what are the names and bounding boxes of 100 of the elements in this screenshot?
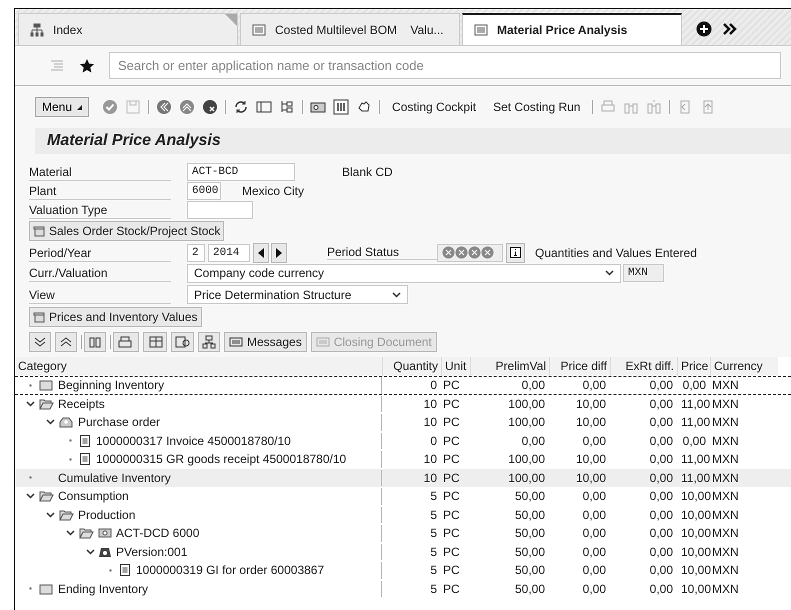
- refresh-icon[interactable]: [233, 99, 250, 115]
- tab[interactable]: Costed Multilevel BOM Valu...: [240, 13, 460, 45]
- hierarchy-button[interactable]: [198, 332, 220, 352]
- tree-node-label[interactable]: Production: [78, 508, 136, 522]
- panel-icon[interactable]: [256, 99, 272, 115]
- table-cell-text: MXN: [711, 377, 740, 394]
- table-cell-text: 10,00: [680, 525, 710, 542]
- column-header[interactable]: Quantity: [382, 357, 441, 376]
- tree-node-label[interactable]: 1000000317 Invoice 4500018780/10: [96, 434, 291, 448]
- tree-node-label[interactable]: Ending Inventory: [58, 582, 148, 596]
- search-field[interactable]: Search or enter application name or transaction code: [109, 52, 781, 79]
- next-button[interactable]: [271, 242, 287, 262]
- table-row[interactable]: Beginning Inventory 0 PC 0,00 0,00 0,00 0,00 MXN: [15, 376, 791, 394]
- table-cell-text: 50,00: [514, 488, 546, 504]
- field-label: Plant: [29, 182, 171, 200]
- bullet-icon: [29, 476, 32, 480]
- table-row[interactable]: 1000000315 GR goods receipt 4500018780/10 10 PC 100,00 10,00 0,00 11,00 MXN: [15, 450, 791, 468]
- tree-icon[interactable]: [279, 99, 296, 115]
- tree-node-label[interactable]: ACT-DCD 6000: [116, 526, 200, 540]
- print-button[interactable]: [113, 332, 139, 352]
- toolbar-link[interactable]: Costing Cockpit: [387, 100, 482, 114]
- table-cell-text: 0,00: [582, 488, 607, 504]
- table-cell-text: 10,00: [574, 396, 607, 412]
- table-cell-text: 5: [429, 544, 438, 560]
- table-cell-text: 0,00: [648, 470, 674, 486]
- tab[interactable]: Material Price Analysis: [462, 13, 682, 45]
- tree-node-label[interactable]: Receipts: [58, 396, 105, 411]
- table-cell-text: 5: [429, 506, 438, 523]
- table-cell-text: 11,00: [680, 470, 710, 486]
- cancel-icon[interactable]: [202, 99, 218, 115]
- table-row[interactable]: 1000000317 Invoice 4500018780/10 0 PC 0,00 0,00 0,00 0,00 MXN: [15, 432, 791, 450]
- layout-button[interactable]: [143, 332, 167, 352]
- chevron-down-icon[interactable]: [26, 400, 35, 407]
- section-button[interactable]: Prices and Inventory Values: [29, 307, 202, 327]
- column-header[interactable]: Currency: [710, 357, 778, 376]
- table-cell-text: 50,00: [514, 544, 546, 560]
- table-cell-text: 50,00: [514, 562, 546, 578]
- column-header[interactable]: Category: [15, 357, 382, 376]
- table-cell-text: 0,00: [648, 506, 674, 523]
- tree-node-label[interactable]: Beginning Inventory: [58, 378, 164, 392]
- tree-node-label[interactable]: 1000000315 GR goods receipt 4500018780/10: [96, 452, 346, 466]
- tree-node-label[interactable]: Purchase order: [78, 415, 160, 430]
- table-row[interactable]: 1000000319 GI for order 60003867 5 PC 50,00 0,00 0,00 10,00 MXN: [15, 561, 791, 580]
- tree-node-label[interactable]: 1000000319 GI for order 60003867: [136, 563, 324, 578]
- table-row[interactable]: Ending Inventory 5 PC 50,00 0,00 0,00 10,00 MXN: [15, 580, 791, 598]
- info-button[interactable]: [506, 242, 525, 262]
- grid-icon[interactable]: [333, 99, 350, 115]
- toolbar-button[interactable]: Messages: [224, 332, 307, 352]
- menu-button[interactable]: Menu: [35, 97, 90, 117]
- collapse-all-button[interactable]: [55, 332, 77, 352]
- column-header[interactable]: PrelimVal: [470, 357, 549, 376]
- chevrons-right-icon[interactable]: [722, 21, 738, 37]
- tab[interactable]: Index: [18, 13, 238, 45]
- input-field[interactable]: [187, 200, 253, 218]
- column-header[interactable]: ExRt diff.: [610, 357, 677, 376]
- chevron-down-icon[interactable]: [86, 548, 95, 555]
- table-cell-text: 10: [422, 451, 438, 468]
- column-header[interactable]: Price diff: [549, 357, 610, 376]
- chevron-down-icon[interactable]: [46, 512, 55, 518]
- field-label: Period/Year: [29, 244, 171, 262]
- section-button[interactable]: Sales Order Stock/Project Stock: [29, 221, 224, 241]
- tree-node-label[interactable]: Cumulative Inventory: [58, 470, 171, 485]
- input-field[interactable]: 2: [187, 244, 205, 262]
- toolbar-link[interactable]: Set Costing Run: [488, 100, 586, 114]
- chevron-down-icon[interactable]: [46, 419, 55, 426]
- input-field[interactable]: 2014: [208, 244, 250, 262]
- open-folder-icon: [38, 396, 54, 411]
- star-icon[interactable]: [79, 58, 95, 74]
- input-field[interactable]: 6000: [187, 182, 221, 200]
- table-row[interactable]: PVersion:001 5 PC 50,00 0,00 0,00 10,00 MXN: [15, 542, 791, 561]
- table-row[interactable]: Purchase order 10 PC 100,00 10,00 0,00 11,00 MXN: [15, 413, 791, 432]
- chevron-down-icon[interactable]: [66, 530, 75, 536]
- column-header[interactable]: Price: [677, 357, 710, 376]
- tree-node-label[interactable]: PVersion:001: [116, 544, 188, 559]
- chevron-down-icon[interactable]: [26, 493, 35, 500]
- table-row[interactable]: Cumulative Inventory 10 PC 100,00 10,00 0,00 11,00 MXN: [15, 468, 791, 487]
- table-cell-text: 0,00: [648, 396, 674, 412]
- filter-button[interactable]: [171, 332, 194, 352]
- tree-node-label[interactable]: Consumption: [58, 489, 129, 504]
- dropdown[interactable]: Company code currency: [187, 264, 621, 282]
- table-row[interactable]: Production 5 PC 50,00 0,00 0,00 10,00 MXN: [15, 506, 791, 524]
- table-cell-text: 50,00: [514, 506, 546, 523]
- table-cell-text: PC: [442, 488, 461, 504]
- bullet-icon: [69, 439, 72, 442]
- table-row[interactable]: ACT-DCD 6000 5 PC 50,00 0,00 0,00 10,00 MXN: [15, 524, 791, 542]
- table-row[interactable]: Receipts 10 PC 100,00 10,00 0,00 11,00 MXN: [15, 394, 791, 413]
- table-cell-text: 50,00: [514, 525, 546, 542]
- table-row[interactable]: Consumption 5 PC 50,00 0,00 0,00 10,00 MXN: [15, 487, 791, 506]
- find-button[interactable]: [84, 332, 106, 352]
- back-icon[interactable]: [156, 99, 172, 115]
- add-icon[interactable]: [696, 21, 712, 37]
- expand-all-button[interactable]: [29, 332, 51, 352]
- dropdown[interactable]: Price Determination Structure: [187, 285, 408, 304]
- previous-button[interactable]: [253, 242, 269, 262]
- column-header[interactable]: Unit: [441, 357, 470, 376]
- check-icon[interactable]: [102, 99, 118, 115]
- table-cell-text: 0,00: [648, 580, 674, 597]
- bullet-icon: [109, 568, 112, 572]
- input-field[interactable]: ACT-BCD: [187, 162, 295, 180]
- up-icon[interactable]: [179, 99, 196, 115]
